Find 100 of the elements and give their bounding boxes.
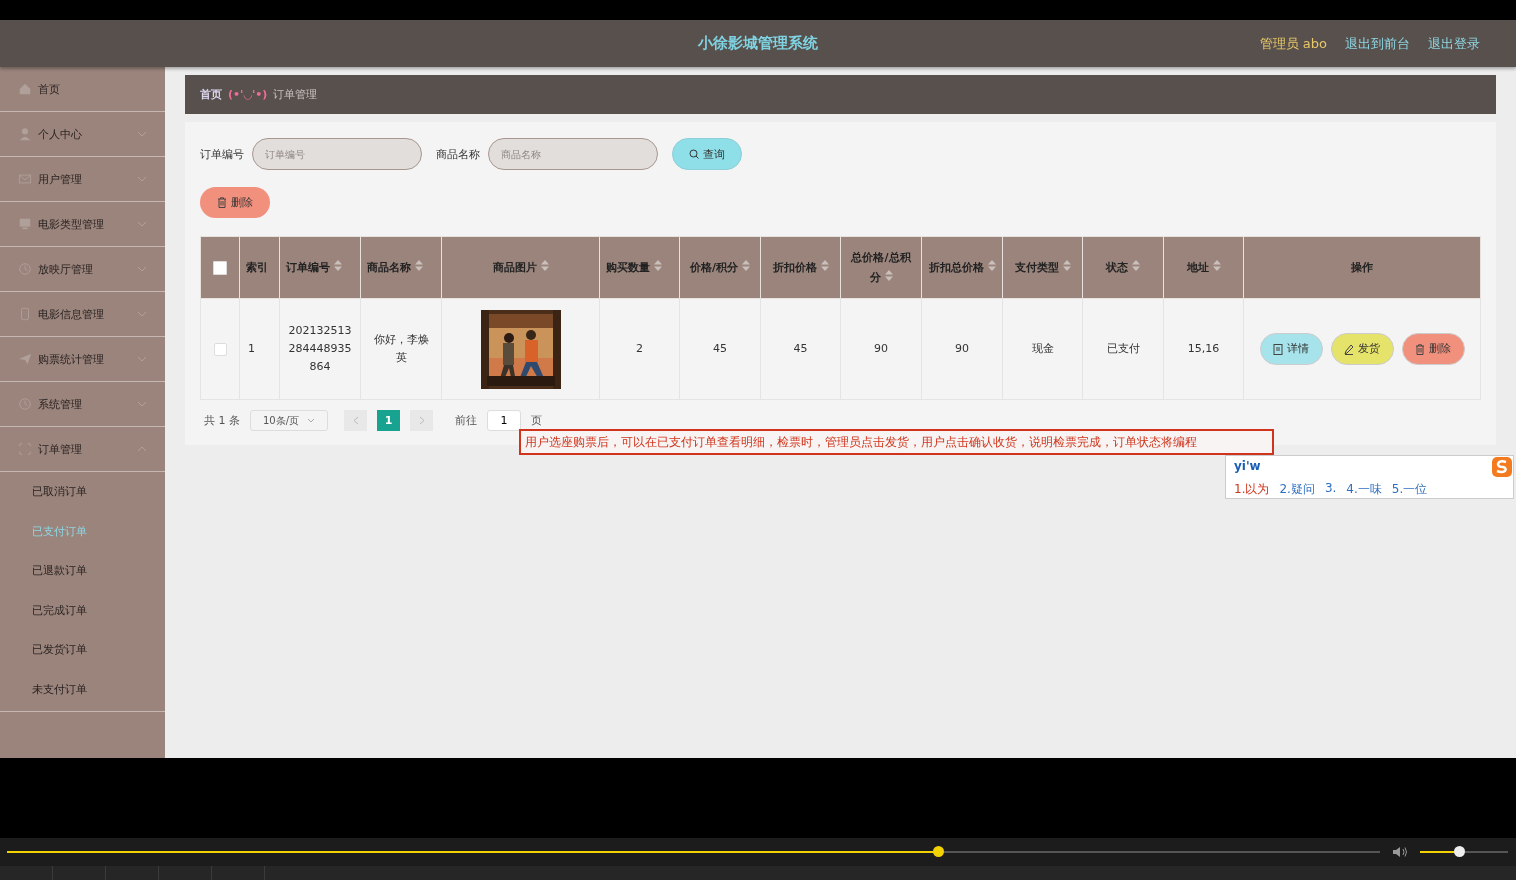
ime-candidate[interactable]: 4.一味	[1346, 481, 1382, 498]
column-header[interactable]: 商品名称	[360, 236, 442, 299]
ime-candidate[interactable]: 1.以为	[1234, 481, 1270, 498]
phone-icon	[18, 307, 32, 321]
sidebar-item[interactable]: 电影信息管理	[0, 292, 165, 337]
column-header: 索引	[239, 236, 280, 299]
ime-input-text: yi'w	[1234, 459, 1261, 474]
seek-thumb[interactable]	[932, 846, 944, 857]
chevron-icon	[307, 418, 316, 423]
submenu-item[interactable]: 已退款订单	[0, 551, 165, 591]
next-page-button[interactable]	[410, 410, 433, 431]
search-icon	[689, 149, 699, 159]
column-header[interactable]: 地址	[1163, 236, 1244, 299]
column-header[interactable]: 商品图片	[441, 236, 600, 299]
sort-icon[interactable]	[1132, 259, 1140, 271]
column-header[interactable]: 价格/积分	[679, 236, 761, 299]
table-cell-text: 45	[792, 341, 809, 357]
user-icon	[18, 127, 32, 141]
volume-thumb[interactable]	[1453, 846, 1465, 857]
ship-button[interactable]: 发货	[1330, 333, 1394, 365]
home-icon	[18, 82, 32, 96]
goto-label: 前往	[455, 413, 477, 428]
sidebar-item[interactable]: 个人中心	[0, 112, 165, 157]
field-label: 订单编号	[200, 146, 244, 162]
sort-icon[interactable]	[654, 259, 662, 271]
sort-icon[interactable]	[884, 269, 893, 281]
search-field[interactable]: 订单编号	[252, 138, 422, 170]
table-cell-text: 现金	[1030, 341, 1055, 357]
admin-name: 管理员 abo	[1259, 34, 1327, 53]
sidebar-item[interactable]: 放映厅管理	[0, 247, 165, 292]
search-field[interactable]: 商品名称	[488, 138, 658, 170]
select-all-checkbox[interactable]	[213, 260, 227, 275]
column-header[interactable]: 购买数量	[599, 236, 680, 299]
submenu-item[interactable]: 未支付订单	[0, 669, 165, 709]
sort-icon[interactable]	[742, 259, 750, 271]
sidebar-item[interactable]: 用户管理	[0, 157, 165, 202]
pencil-icon	[1344, 343, 1354, 355]
delete-button[interactable]: 删除	[1401, 333, 1465, 365]
page-size-select[interactable]: 10条/页	[250, 410, 328, 431]
column-header: 操作	[1243, 236, 1481, 299]
breadcrumb-link[interactable]: 首页	[200, 87, 222, 102]
table-cell-text: 15,16	[1186, 341, 1221, 357]
table-cell-text: 2	[635, 341, 644, 357]
table-cell-text: 你好，李焕英	[372, 332, 430, 366]
table-cell-text: 45	[712, 341, 728, 357]
submenu-item[interactable]: 已取消订单	[0, 472, 165, 512]
breadcrumb-separator: (•'◡'•)	[228, 88, 268, 101]
ime-candidate[interactable]: 5.一位	[1391, 481, 1428, 498]
monitor-icon	[18, 217, 32, 231]
send-icon	[18, 352, 32, 366]
delete-button[interactable]: 删除	[200, 187, 270, 218]
field-label: 商品名称	[436, 146, 480, 162]
annotation-box[interactable]: 用户选座购票后，可以在已支付订单查看明细，检票时，管理员点击发货，用户点击确认收货，说明检票完成，订单状态将编程	[519, 429, 1274, 455]
table-cell-text: 90	[954, 341, 970, 357]
volume-slider[interactable]	[1420, 846, 1508, 858]
sort-icon[interactable]	[1212, 259, 1221, 271]
previous-page-button[interactable]	[344, 410, 367, 431]
ime-candidate[interactable]: 2.疑问	[1279, 481, 1315, 498]
clock-icon	[18, 262, 32, 276]
sidebar-item[interactable]: 系统管理	[0, 382, 165, 427]
sort-icon[interactable]	[334, 259, 342, 271]
table-cell-text: 1	[248, 341, 256, 357]
sort-icon[interactable]	[415, 259, 423, 271]
header-link[interactable]: 退出登录	[1428, 34, 1480, 53]
app-title: 小徐影城管理系统	[698, 34, 818, 53]
column-header[interactable]: 状态	[1082, 236, 1164, 299]
sort-icon[interactable]	[820, 259, 829, 271]
ime-candidate[interactable]: 3.	[1324, 481, 1337, 498]
volume-icon[interactable]	[1392, 846, 1408, 858]
clock-icon	[18, 397, 32, 411]
trash-icon	[1415, 343, 1425, 355]
table-cell-text: 202132513284448935864	[288, 323, 352, 375]
column-header[interactable]: 总价格/总积分	[840, 236, 922, 299]
mail-icon	[18, 172, 32, 186]
total-count: 共 1 条	[204, 413, 240, 428]
column-header[interactable]: 折扣价格	[760, 236, 841, 299]
goto-suffix: 页	[531, 413, 542, 428]
column-header[interactable]: 折扣总价格	[921, 236, 1003, 299]
table-cell-text: 已支付	[1105, 341, 1141, 357]
submenu-item[interactable]: 已完成订单	[0, 590, 165, 630]
query-button[interactable]: 查询	[672, 138, 742, 170]
sort-icon[interactable]	[987, 259, 996, 271]
sort-icon[interactable]	[1062, 259, 1071, 271]
breadcrumb-current: 订单管理	[273, 87, 318, 102]
submenu-item[interactable]: 已发货订单	[0, 630, 165, 670]
sidebar-item[interactable]: 购票统计管理	[0, 337, 165, 382]
details-button[interactable]: 详情	[1259, 333, 1323, 365]
row-checkbox[interactable]	[213, 342, 227, 356]
sort-icon[interactable]	[540, 259, 549, 271]
sidebar-item[interactable]: 电影类型管理	[0, 202, 165, 247]
header-link[interactable]: 退出到前台	[1345, 34, 1410, 53]
page-input[interactable]: 1	[487, 410, 521, 431]
chevron-left-icon	[352, 416, 359, 425]
sidebar-item[interactable]: 订单管理	[0, 427, 165, 472]
trash-icon	[217, 197, 227, 208]
column-header[interactable]: 支付类型	[1002, 236, 1083, 299]
sidebar-item[interactable]: 首页	[0, 67, 165, 112]
page-number[interactable]: 1	[377, 410, 400, 431]
seek-bar[interactable]	[7, 846, 1380, 858]
column-header[interactable]: 订单编号	[279, 236, 361, 299]
